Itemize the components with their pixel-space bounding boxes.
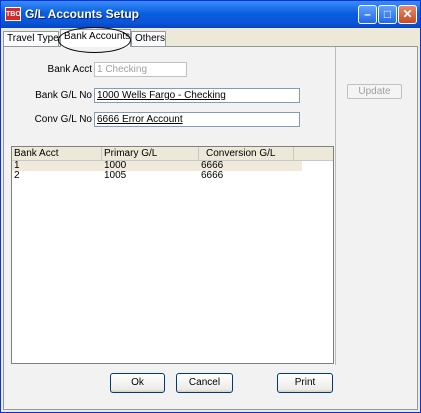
tab-bank-accounts[interactable]: Bank Accounts xyxy=(60,29,131,47)
bank-accounts-grid[interactable]: Bank Acct Primary G/L Conversion G/L 1 1… xyxy=(11,146,334,364)
gl-accounts-window: TBO G/L Accounts Setup – □ ✕ Travel Type… xyxy=(0,0,421,413)
table-row[interactable]: 1 1000 6666 xyxy=(12,161,302,171)
update-button[interactable]: Update xyxy=(347,84,402,99)
grid-header: Bank Acct Primary G/L Conversion G/L xyxy=(12,147,333,161)
cell-conversion-gl: 6666 xyxy=(201,170,224,181)
minimize-button[interactable]: – xyxy=(358,5,377,24)
bank-gl-field[interactable]: 1000 Wells Fargo - Checking xyxy=(94,88,300,103)
column-divider xyxy=(335,47,336,365)
bank-acct-field[interactable]: 1 Checking xyxy=(94,62,187,77)
app-icon: TBO xyxy=(5,7,21,21)
maximize-button[interactable]: □ xyxy=(378,5,397,24)
cancel-button[interactable]: Cancel xyxy=(176,373,233,393)
bank-acct-label: Bank Acct xyxy=(47,64,92,75)
close-button[interactable]: ✕ xyxy=(398,5,417,24)
column-header-bank-acct[interactable]: Bank Acct xyxy=(12,147,102,160)
bank-account-form: Bank Acct 1 Checking Bank G/L No 1000 We… xyxy=(12,50,335,143)
column-header-conversion-gl[interactable]: Conversion G/L xyxy=(199,147,294,160)
bank-gl-value: 1000 Wells Fargo - Checking xyxy=(97,90,226,101)
conv-gl-label: Conv G/L No xyxy=(34,114,92,125)
ok-button[interactable]: Ok xyxy=(110,373,165,393)
tab-panel: Bank Acct 1 Checking Bank G/L No 1000 We… xyxy=(3,46,418,410)
tab-others[interactable]: Others xyxy=(131,31,166,46)
bank-gl-label: Bank G/L No xyxy=(35,90,92,101)
conv-gl-value: 6666 Error Account xyxy=(97,114,183,125)
table-row[interactable]: 2 1005 6666 xyxy=(12,171,302,181)
tab-travel-types[interactable]: Travel Types xyxy=(3,31,64,46)
conv-gl-field[interactable]: 6666 Error Account xyxy=(94,112,300,127)
title-bar[interactable]: TBO G/L Accounts Setup – □ ✕ xyxy=(1,1,420,28)
cell-primary-gl: 1005 xyxy=(104,170,127,181)
window-title: G/L Accounts Setup xyxy=(25,7,140,21)
column-header-primary-gl[interactable]: Primary G/L xyxy=(102,147,199,160)
cell-bank-acct: 2 xyxy=(14,170,20,181)
print-button[interactable]: Print xyxy=(277,373,333,393)
button-bar: Ok Cancel Print xyxy=(3,363,418,410)
